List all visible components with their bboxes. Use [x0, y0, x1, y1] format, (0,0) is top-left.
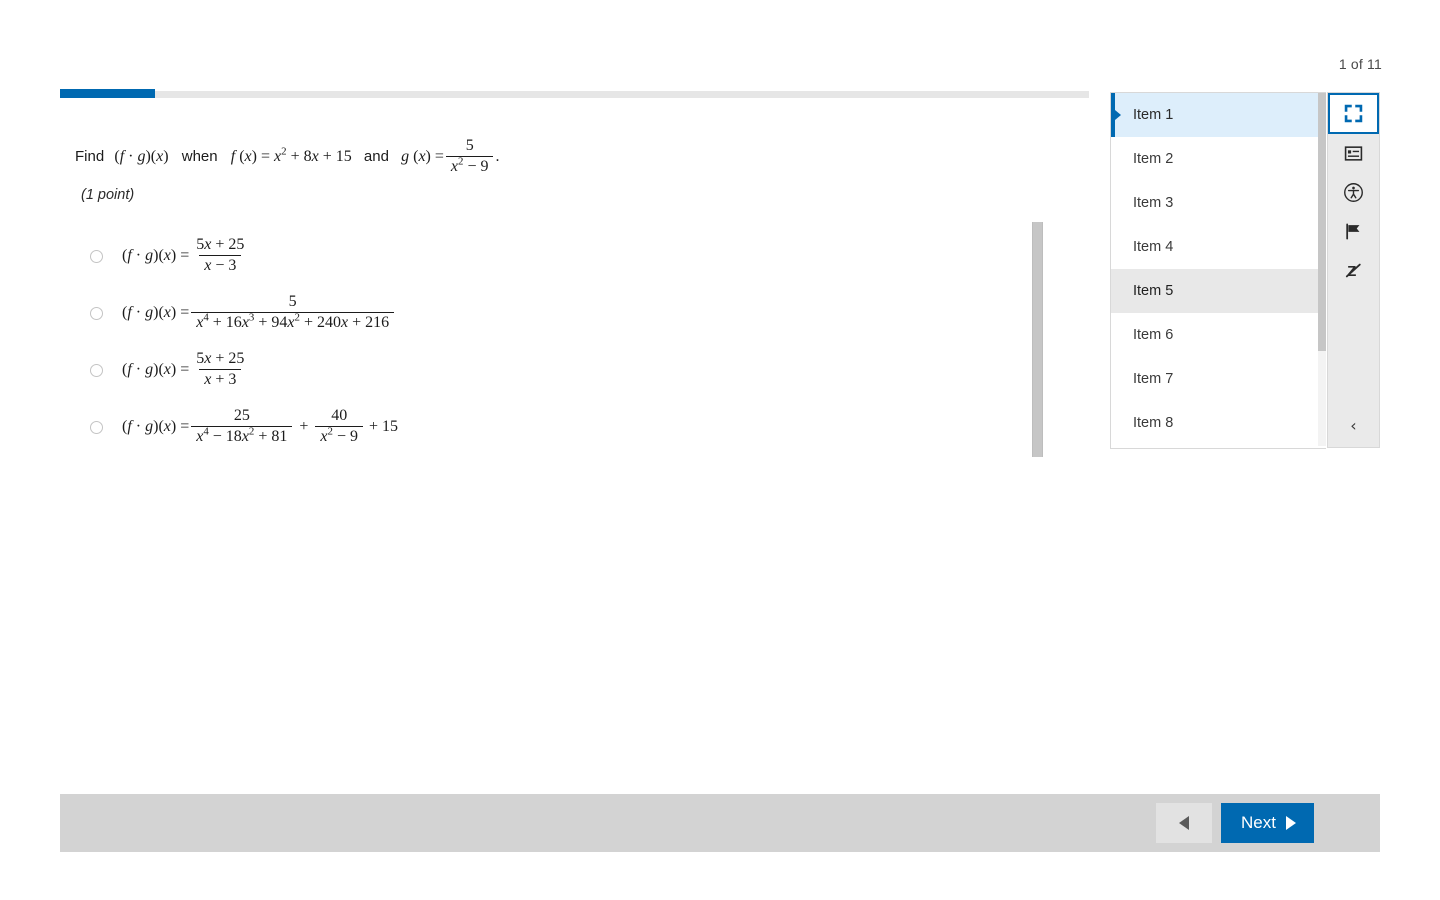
next-button[interactable]: Next: [1221, 803, 1314, 843]
radio-button-b[interactable]: [90, 306, 103, 320]
collapse-panel-button[interactable]: ‹: [1328, 407, 1379, 445]
navigator-item-4[interactable]: Item 4: [1111, 225, 1326, 269]
item-navigator-scrollbar-thumb[interactable]: [1318, 93, 1326, 351]
option-b-math: (f · g)(x) = 5 x4 + 16x3 + 94x2 + 240x + 2…: [122, 293, 396, 332]
stem-function-f: f (x) = x2 + 8x + 15: [230, 145, 352, 165]
item-navigator-scrollbar[interactable]: [1318, 93, 1326, 446]
tool-rail: Z ‹: [1327, 92, 1380, 448]
option-a-math: (f · g)(x) = 5x + 25 x − 3: [122, 235, 245, 274]
navigator-item-6[interactable]: Item 6: [1111, 313, 1326, 357]
progress-bar-track: [60, 89, 1089, 98]
navigator-item-label: Item 7: [1133, 371, 1174, 387]
answer-options-list: (f · g)(x) = 5x + 25 x − 3 (f · g)(x) = 5 x4…: [90, 230, 1030, 458]
radio-button-c[interactable]: [90, 363, 103, 377]
page-counter: 1 of 11: [1338, 56, 1382, 72]
question-content-area: Find (f · g)(x) when f (x) = x2 + 8x + 1…: [60, 100, 1089, 790]
navigator-item-3[interactable]: Item 3: [1111, 181, 1326, 225]
chevron-left-icon: ‹: [1350, 416, 1357, 435]
stem-period: .: [495, 147, 500, 165]
item-navigator-list: Item 1 Item 2 Item 3 Item 4 Item 5 Item 6 Item…: [1111, 93, 1326, 445]
content-scrollbar-thumb[interactable]: [1032, 222, 1043, 457]
points-label: (1 point): [81, 187, 135, 203]
progress-bar-fill: [60, 89, 155, 98]
navigator-item-7[interactable]: Item 7: [1111, 357, 1326, 401]
item-navigator-panel: Item 1 Item 2 Item 3 Item 4 Item 5 Item 6 Item…: [1110, 92, 1326, 449]
navigation-buttons-group: Next: [1156, 803, 1314, 843]
navigator-item-label: Item 1: [1133, 107, 1174, 123]
stem-expr-fg: (f · g)(x): [114, 147, 169, 165]
answer-option-d[interactable]: (f · g)(x) = 25 x4 − 18x2 + 81 + 40 x2 − 9 …: [90, 401, 1030, 453]
eliminate-answer-icon[interactable]: Z: [1328, 251, 1379, 290]
stem-mid: when: [181, 147, 218, 165]
triangle-right-icon: [1286, 816, 1296, 830]
stem-function-g: g (x) = 5 x2 − 9: [401, 137, 495, 175]
navigator-item-2[interactable]: Item 2: [1111, 137, 1326, 181]
option-c-math: (f · g)(x) = 5x + 25 x + 3: [122, 349, 245, 388]
fullscreen-icon[interactable]: [1328, 93, 1379, 134]
navigator-item-label: Item 4: [1133, 239, 1174, 255]
next-button-label: Next: [1241, 813, 1276, 832]
stem-and: and: [363, 147, 389, 165]
navigator-item-label: Item 3: [1133, 195, 1174, 211]
answer-option-b[interactable]: (f · g)(x) = 5 x4 + 16x3 + 94x2 + 240x + 2…: [90, 287, 1030, 339]
answer-option-a[interactable]: (f · g)(x) = 5x + 25 x − 3: [90, 230, 1030, 282]
answer-option-c[interactable]: (f · g)(x) = 5x + 25 x + 3: [90, 344, 1030, 396]
flag-icon[interactable]: [1328, 212, 1379, 251]
navigator-item-5[interactable]: Item 5: [1111, 269, 1326, 313]
assessment-page: 1 of 11 Find (f · g)(x) when f (x) = x2 …: [0, 0, 1440, 900]
navigator-item-label: Item 2: [1133, 151, 1174, 167]
content-scrollbar[interactable]: [1032, 222, 1043, 457]
navigator-item-label: Item 6: [1133, 327, 1174, 343]
triangle-left-icon: [1179, 816, 1190, 830]
radio-button-d[interactable]: [90, 420, 103, 434]
navigator-item-label: Item 8: [1133, 415, 1174, 431]
radio-button-a[interactable]: [90, 249, 103, 263]
option-d-math: (f · g)(x) = 25 x4 − 18x2 + 81 + 40 x2 − 9 …: [122, 406, 399, 445]
accessibility-icon[interactable]: [1328, 173, 1379, 212]
navigator-item-1[interactable]: Item 1: [1111, 93, 1326, 137]
bottom-navigation-bar: Next: [60, 794, 1380, 852]
navigator-item-8[interactable]: Item 8: [1111, 401, 1326, 445]
navigator-item-label: Item 5: [1133, 283, 1174, 299]
stem-prefix: Find: [75, 147, 105, 165]
previous-button[interactable]: [1156, 803, 1213, 843]
reference-panel-icon[interactable]: [1328, 134, 1379, 173]
question-stem: Find (f · g)(x) when f (x) = x2 + 8x + 1…: [75, 137, 500, 176]
